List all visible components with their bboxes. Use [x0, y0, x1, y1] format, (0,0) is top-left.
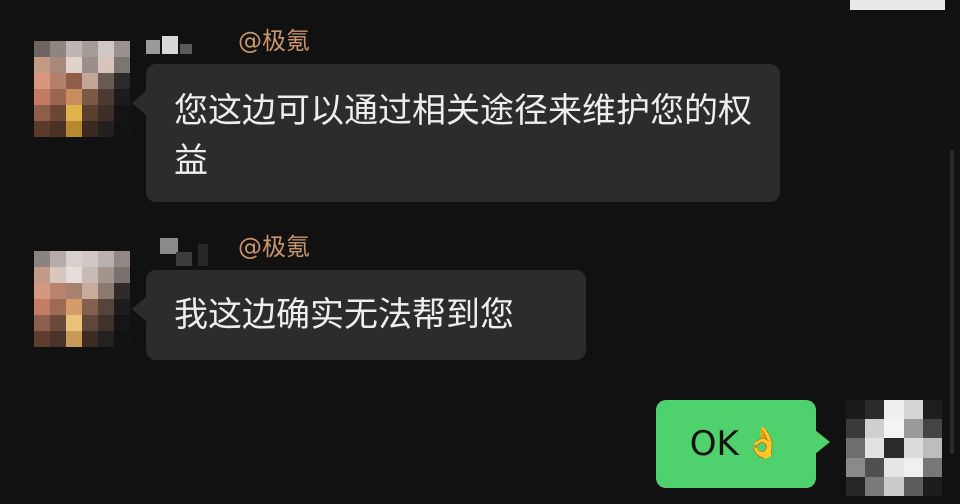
sender-avatar[interactable] [34, 41, 130, 137]
blur-fragment [176, 252, 192, 266]
ok-hand-emoji-icon: 👌 [744, 426, 783, 461]
blur-fragment [198, 244, 208, 266]
sender-nickname: @极氪 [238, 233, 310, 261]
scrollbar[interactable] [950, 150, 954, 454]
message-bubble-outgoing[interactable]: OK 👌 [656, 400, 830, 488]
top-corner-fragment [850, 0, 945, 10]
message-bubble-incoming[interactable]: 您这边可以通过相关途径来维护您的权益 [132, 64, 780, 202]
blur-fragment [162, 36, 178, 54]
message-bubble-incoming[interactable]: 我这边确实无法帮到您 [132, 270, 586, 360]
blur-fragment [146, 40, 160, 54]
blur-fragment [180, 44, 192, 54]
message-text: OK [689, 424, 739, 464]
sender-avatar[interactable] [34, 251, 130, 347]
sender-nickname: @极氪 [238, 27, 310, 55]
self-avatar[interactable] [846, 400, 942, 496]
